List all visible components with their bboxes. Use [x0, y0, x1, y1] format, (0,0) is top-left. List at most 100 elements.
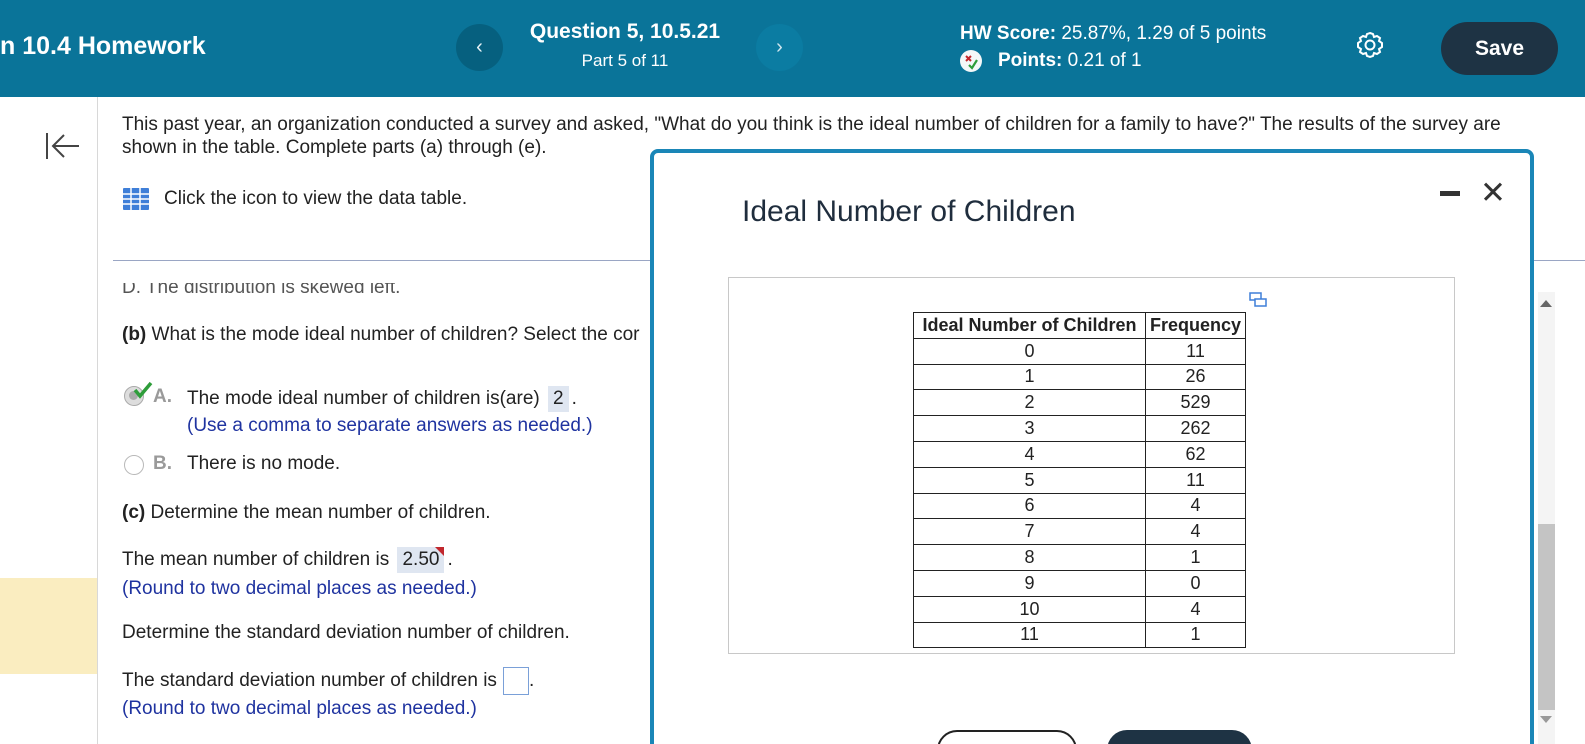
- part-c-text: Determine the mean number of children.: [150, 502, 491, 523]
- table-row: 11 1: [913, 621, 1246, 649]
- option-a-text: The mode ideal number of children is(are…: [187, 386, 577, 412]
- top-bar: n 10.4 Homework ‹ Question 5, 10.5.21 Pa…: [0, 0, 1585, 97]
- table-row: 5 11: [913, 466, 1246, 494]
- scrolled-option-text: D. The distribution is skewed left.: [122, 283, 401, 297]
- table-cell: 0: [913, 337, 1146, 365]
- scrollbar-thumb[interactable]: [1538, 524, 1555, 710]
- table-cell: 9: [913, 569, 1146, 597]
- sd-hint: (Round to two decimal places as needed.): [122, 698, 477, 719]
- scroll-up-arrow-icon[interactable]: [1540, 300, 1552, 307]
- mean-line: The mean number of children is 2.50 .: [122, 547, 453, 573]
- part-b-text: What is the mode ideal number of childre…: [151, 324, 640, 345]
- chevron-left-icon: ‹: [476, 36, 483, 58]
- data-table-icon: [123, 188, 149, 210]
- incorrect-marker: [435, 547, 445, 556]
- table-cell: 1: [1145, 544, 1246, 571]
- part-c-question: (c) Determine the mean number of childre…: [122, 502, 491, 524]
- part-b-label: (b): [122, 324, 147, 345]
- table-cell: 4: [1145, 492, 1246, 520]
- table-cell: 10: [913, 595, 1146, 623]
- table-row: 3 262: [913, 415, 1246, 442]
- table-cell: 2: [913, 389, 1146, 417]
- table-cell: 26: [1145, 363, 1246, 391]
- assignment-title: n 10.4 Homework: [0, 32, 206, 60]
- option-b-radio[interactable]: [124, 455, 144, 475]
- scroll-down-arrow-icon[interactable]: [1540, 716, 1552, 723]
- sd-statement: The standard deviation number of childre…: [122, 670, 497, 692]
- table-cell: 4: [1145, 595, 1246, 623]
- scrolled-option-partial: D. The distribution is skewed left.: [122, 283, 400, 297]
- hw-score: HW Score: 25.87%, 1.29 of 5 points: [960, 23, 1266, 45]
- table-cell: 7: [913, 518, 1146, 546]
- close-icon[interactable]: ✕: [1480, 177, 1506, 208]
- table-cell: 0: [1145, 569, 1246, 597]
- option-b-letter: B.: [153, 453, 172, 474]
- table-cell: 5: [913, 466, 1146, 494]
- mean-answer-value: 2.50: [402, 549, 440, 570]
- mean-hint: (Round to two decimal places as needed.): [122, 578, 477, 599]
- table-cell: 4: [913, 440, 1146, 468]
- mean-statement: The mean number of children is: [122, 549, 390, 570]
- table-cell: 8: [913, 544, 1146, 571]
- points-value: 0.21 of 1: [1067, 50, 1142, 71]
- table-header-row: Ideal Number of Children Frequency: [913, 312, 1246, 339]
- correct-check-icon: [133, 381, 153, 399]
- question-title: Question 5, 10.5.21: [529, 20, 721, 43]
- table-row: 10 4: [913, 595, 1246, 623]
- table-row: 2 529: [913, 389, 1246, 417]
- view-data-table-link[interactable]: Click the icon to view the data table.: [122, 187, 467, 211]
- mean-answer: 2.50: [397, 547, 445, 573]
- header-ideal-number: Ideal Number of Children: [913, 312, 1146, 339]
- table-cell: 11: [1145, 466, 1246, 494]
- mode-answer: 2: [548, 386, 569, 412]
- save-button[interactable]: Save: [1441, 22, 1558, 75]
- modal-title: Ideal Number of Children: [742, 195, 1076, 228]
- part-c-label: (c): [122, 502, 146, 523]
- table-row: 81: [913, 544, 1246, 571]
- table-cell: 262: [1145, 415, 1246, 442]
- table-cell: 529: [1145, 389, 1246, 417]
- header-frequency: Frequency: [1145, 312, 1246, 339]
- collapse-panel-icon[interactable]: [45, 130, 81, 162]
- mean-period: .: [447, 549, 453, 570]
- minimize-icon[interactable]: [1440, 191, 1460, 196]
- part-b-question: (b) What is the mode ideal number of chi…: [122, 324, 639, 346]
- option-a-hint: (Use a comma to separate answers as need…: [187, 415, 593, 436]
- table-cell: 62: [1145, 440, 1246, 468]
- sd-answer-input[interactable]: [502, 667, 529, 695]
- previous-question-button[interactable]: ‹: [456, 24, 503, 71]
- settings-gear-icon[interactable]: [1355, 30, 1385, 60]
- points-label: Points:: [998, 50, 1063, 71]
- view-data-table-label: Click the icon to view the data table.: [164, 188, 468, 209]
- option-b-text: There is no mode.: [187, 453, 341, 474]
- data-table-modal: Ideal Number of Children ✕ Ideal Number …: [650, 149, 1534, 744]
- copy-table-icon[interactable]: [1249, 292, 1267, 308]
- option-a-letter: A.: [153, 386, 172, 407]
- question-part: Part 5 of 11: [581, 51, 669, 70]
- table-cell: 11: [913, 621, 1146, 649]
- option-a-statement: The mode ideal number of children is(are…: [187, 388, 540, 409]
- done-button[interactable]: [1107, 730, 1252, 744]
- frequency-table: Ideal Number of Children Frequency 0 11 1…: [913, 312, 1246, 649]
- table-row: 90: [913, 569, 1246, 597]
- partial-credit-icon: [960, 50, 982, 72]
- table-row: 64: [913, 492, 1246, 520]
- table-cell: 1: [1145, 621, 1246, 649]
- table-frame: Ideal Number of Children Frequency 0 11 1…: [728, 277, 1455, 654]
- table-row: 0 11: [913, 337, 1246, 365]
- hw-score-value: 25.87%, 1.29 of 5 points: [1061, 23, 1267, 44]
- hw-score-label: HW Score:: [960, 23, 1057, 44]
- table-cell: 11: [1145, 337, 1246, 365]
- chevron-right-icon: ›: [776, 36, 783, 58]
- table-row: 4 62: [913, 440, 1246, 468]
- next-question-button[interactable]: ›: [756, 24, 803, 71]
- option-a-period: .: [571, 388, 577, 409]
- table-cell: 3: [913, 415, 1146, 442]
- points: Points: 0.21 of 1: [960, 50, 1142, 72]
- table-row: 1 26: [913, 363, 1246, 391]
- print-button[interactable]: [937, 730, 1077, 744]
- sd-period: .: [528, 670, 535, 692]
- table-cell: 4: [1145, 518, 1246, 546]
- sd-line: The standard deviation number of childre…: [122, 667, 534, 695]
- sd-prompt: Determine the standard deviation number …: [122, 622, 570, 643]
